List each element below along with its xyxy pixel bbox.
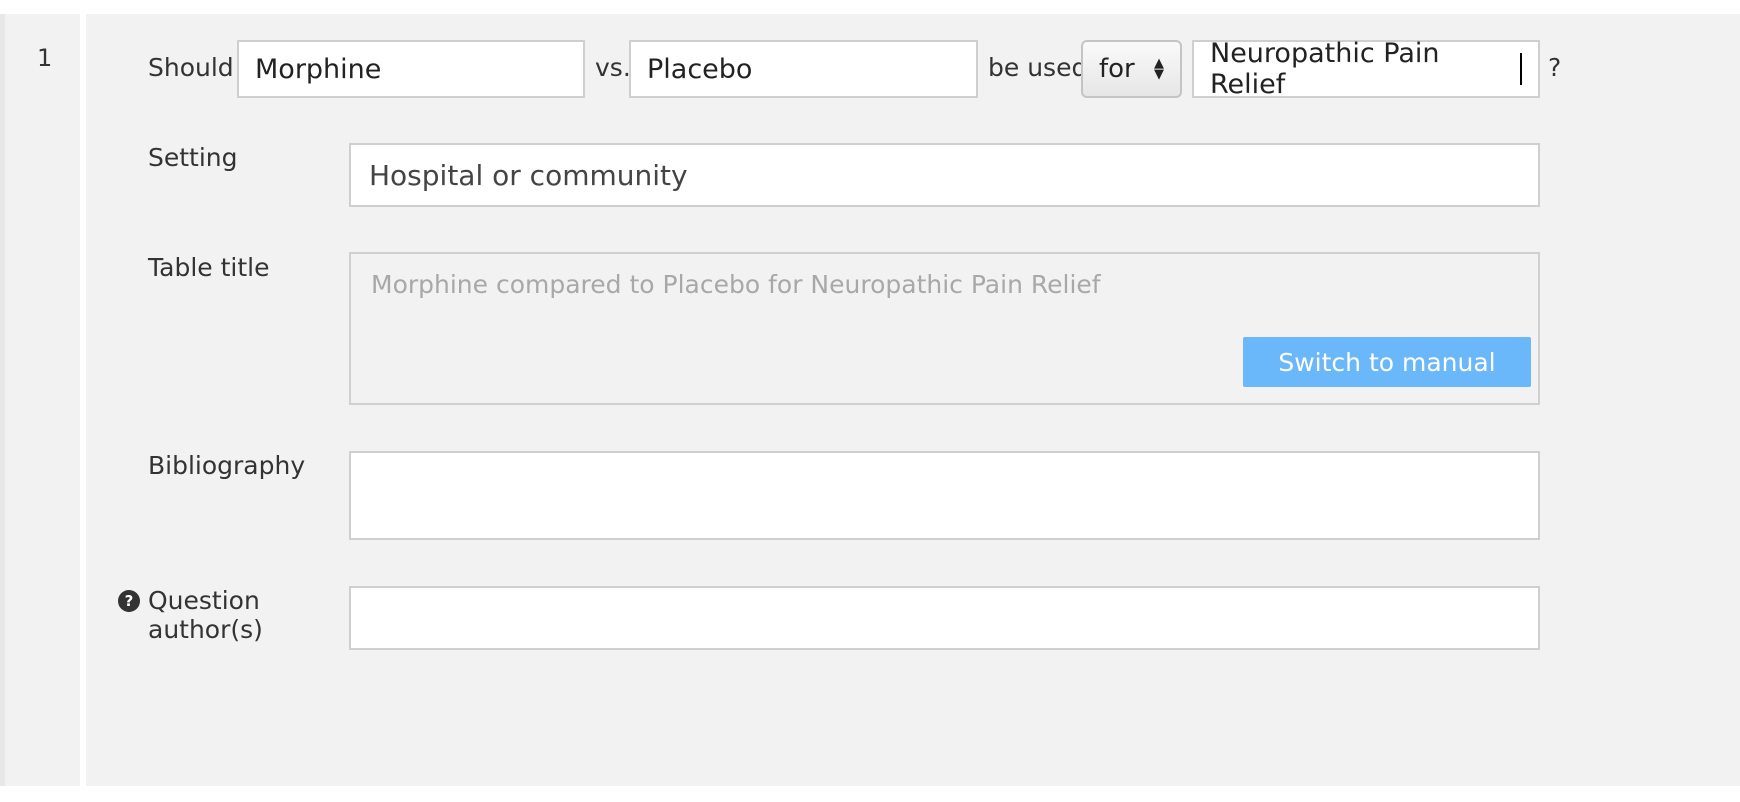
bibliography-label: Bibliography <box>148 451 306 480</box>
should-label: Should <box>148 53 234 82</box>
help-icon[interactable]: ? <box>118 590 140 612</box>
question-card: 1 Should Morphine vs. Placebo be used fo… <box>0 14 1740 786</box>
comparison-input[interactable]: Placebo <box>629 40 978 98</box>
select-arrows-icon: ▲ ▼ <box>1154 56 1164 82</box>
question-authors-label-line2: author(s) <box>148 615 263 644</box>
condition-input[interactable]: Neuropathic Pain Relief <box>1192 38 1540 100</box>
vs-label: vs. <box>595 53 631 82</box>
question-authors-input[interactable] <box>349 586 1540 650</box>
row-number: 1 <box>37 44 53 72</box>
question-authors-label-line1: Question <box>148 586 260 615</box>
table-title-label: Table title <box>148 253 270 282</box>
setting-value: Hospital or community <box>369 158 688 192</box>
table-title-value: Morphine compared to Placebo for Neuropa… <box>371 270 1101 299</box>
be-used-label: be used <box>988 53 1088 82</box>
page: 1 Should Morphine vs. Placebo be used fo… <box>0 0 1740 802</box>
setting-input[interactable]: Hospital or community <box>349 143 1540 207</box>
row-number-column: 1 <box>5 14 86 786</box>
preposition-selected-value: for <box>1099 54 1135 84</box>
preposition-select[interactable]: for ▲ ▼ <box>1081 40 1182 98</box>
switch-to-manual-button[interactable]: Switch to manual <box>1243 337 1531 387</box>
text-cursor <box>1520 53 1522 85</box>
intervention-input[interactable]: Morphine <box>237 40 585 98</box>
question-authors-label: Question author(s) <box>148 585 263 646</box>
bibliography-input[interactable] <box>349 451 1540 540</box>
comparison-value: Placebo <box>647 53 753 85</box>
setting-label: Setting <box>148 143 238 172</box>
intervention-value: Morphine <box>255 53 382 85</box>
question-mark: ? <box>1548 53 1562 82</box>
condition-value: Neuropathic Pain Relief <box>1210 38 1440 100</box>
